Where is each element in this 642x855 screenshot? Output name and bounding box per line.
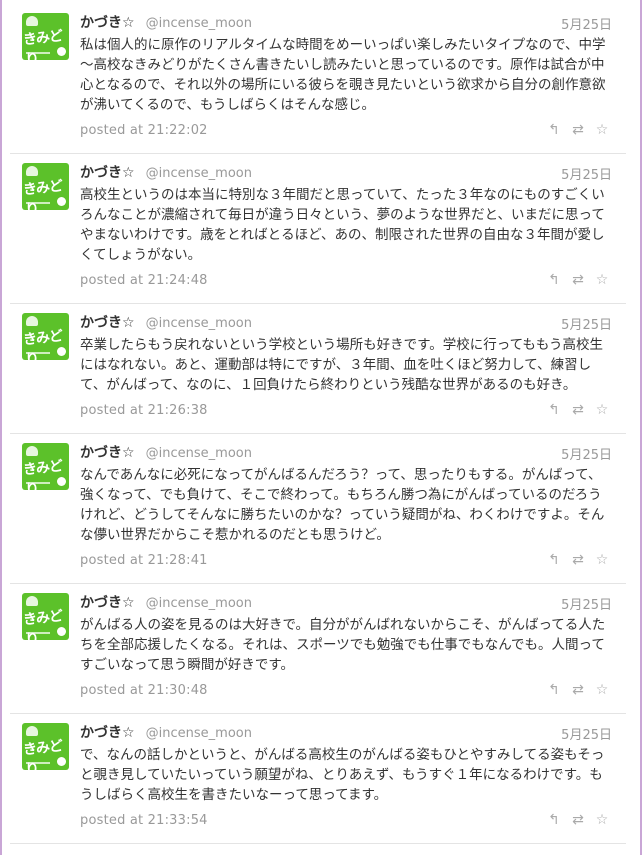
tweet-date[interactable]: 5月25日 xyxy=(561,724,612,743)
tweet-header: かづき☆ @incense_moon 5月25日 xyxy=(80,722,614,744)
user-name[interactable]: かづき☆ xyxy=(80,725,135,741)
avatar[interactable]: きみどり xyxy=(22,163,69,210)
avatar[interactable]: きみどり xyxy=(22,723,69,770)
tweet-text: 高校生というのは本当に特別な３年間だと思っていて、たった３年なのにものすごくいろ… xyxy=(80,187,605,263)
avatar-dot xyxy=(57,757,66,766)
avatar-line xyxy=(26,52,50,54)
tweet-date[interactable]: 5月25日 xyxy=(561,164,612,183)
avatar[interactable]: きみどり xyxy=(22,593,69,640)
tweet-text: で、なんの話しかというと、がんばる高校生のがんばる姿もひとやすみしてる姿もそっと… xyxy=(80,747,605,803)
user-name[interactable]: かづき☆ xyxy=(80,445,135,461)
tweet-date[interactable]: 5月25日 xyxy=(561,444,612,463)
retweet-icon[interactable]: ⇄ xyxy=(570,271,586,289)
reply-icon[interactable]: ↰ xyxy=(546,401,562,419)
posted-time[interactable]: posted at 21:33:54 xyxy=(80,813,208,828)
tweet-header: かづき☆ @incense_moon 5月25日 xyxy=(80,312,614,334)
star-icon[interactable]: ☆ xyxy=(594,811,610,829)
user-handle[interactable]: @incense_moon xyxy=(146,726,252,741)
tweet-footer: posted at 21:22:02 ↰ ⇄ ☆ xyxy=(80,119,614,143)
reply-icon[interactable]: ↰ xyxy=(546,551,562,569)
user-name[interactable]: かづき☆ xyxy=(80,595,135,611)
user-handle[interactable]: @incense_moon xyxy=(146,446,252,461)
user-handle[interactable]: @incense_moon xyxy=(146,316,252,331)
tweet-header: かづき☆ @incense_moon 5月25日 xyxy=(80,442,614,464)
retweet-icon[interactable]: ⇄ xyxy=(570,811,586,829)
tweet-item: きみどり かづき☆ @incense_moon 5月25日 がんばる人の姿を見る… xyxy=(10,584,626,714)
reply-icon[interactable]: ↰ xyxy=(546,121,562,139)
avatar-figure-icon xyxy=(26,16,38,26)
avatar-dot xyxy=(57,197,66,206)
user-name[interactable]: かづき☆ xyxy=(80,315,135,331)
star-icon[interactable]: ☆ xyxy=(594,121,610,139)
avatar[interactable]: きみどり xyxy=(22,443,69,490)
tweet-actions: ↰ ⇄ ☆ xyxy=(546,551,610,569)
posted-time[interactable]: posted at 21:28:41 xyxy=(80,553,208,568)
user-handle[interactable]: @incense_moon xyxy=(146,16,252,31)
tweet-item: きみどり かづき☆ @incense_moon 5月25日 なんであんなに必死に… xyxy=(10,434,626,584)
retweet-icon[interactable]: ⇄ xyxy=(570,551,586,569)
avatar[interactable]: きみどり xyxy=(22,13,69,60)
tweet-item: きみどり かづき☆ @incense_moon 5月25日 高校生というのは本当… xyxy=(10,154,626,304)
tweet-actions: ↰ ⇄ ☆ xyxy=(546,811,610,829)
user-name[interactable]: かづき☆ xyxy=(80,165,135,181)
tweet-footer: posted at 21:33:54 ↰ ⇄ ☆ xyxy=(80,809,614,833)
posted-time[interactable]: posted at 21:30:48 xyxy=(80,683,208,698)
posted-time[interactable]: posted at 21:24:48 xyxy=(80,273,208,288)
tweet-footer: posted at 21:24:48 ↰ ⇄ ☆ xyxy=(80,269,614,293)
tweet-item: きみどり かづき☆ @incense_moon 5月25日 で、なんの話しかとい… xyxy=(10,714,626,844)
star-icon[interactable]: ☆ xyxy=(594,681,610,699)
tweet-date[interactable]: 5月25日 xyxy=(561,314,612,333)
avatar-dot xyxy=(57,47,66,56)
retweet-icon[interactable]: ⇄ xyxy=(570,401,586,419)
retweet-icon[interactable]: ⇄ xyxy=(570,121,586,139)
tweet-date[interactable]: 5月25日 xyxy=(561,14,612,33)
tweet-header: かづき☆ @incense_moon 5月25日 xyxy=(80,592,614,614)
tweet-footer: posted at 21:26:38 ↰ ⇄ ☆ xyxy=(80,399,614,423)
reply-icon[interactable]: ↰ xyxy=(546,681,562,699)
tweet-header: かづき☆ @incense_moon 5月25日 xyxy=(80,162,614,184)
avatar-figure-icon xyxy=(26,726,38,736)
tweet-footer: posted at 21:30:48 ↰ ⇄ ☆ xyxy=(80,679,614,703)
avatar[interactable]: きみどり xyxy=(22,313,69,360)
user-name[interactable]: かづき☆ xyxy=(80,15,135,31)
avatar-line xyxy=(26,482,50,484)
tweet-text: 私は個人的に原作のリアルタイムな時間をめーいっぱい楽しみたいタイプなので、中学～… xyxy=(80,37,606,113)
reply-icon[interactable]: ↰ xyxy=(546,811,562,829)
avatar-figure-icon xyxy=(26,316,38,326)
tweet-actions: ↰ ⇄ ☆ xyxy=(546,121,610,139)
avatar-dot xyxy=(57,477,66,486)
avatar-figure-icon xyxy=(26,166,38,176)
tweet-actions: ↰ ⇄ ☆ xyxy=(546,401,610,419)
window-edge-left xyxy=(0,0,2,855)
tweet-actions: ↰ ⇄ ☆ xyxy=(546,681,610,699)
tweet-feed: きみどり かづき☆ @incense_moon 5月25日 私は個人的に原作のリ… xyxy=(10,4,626,844)
tweet-text: がんばる人の姿を見るのは大好きで。自分ががんばれないからこそ、がんばってる人たち… xyxy=(80,617,606,673)
tweet-footer: posted at 21:28:41 ↰ ⇄ ☆ xyxy=(80,549,614,573)
avatar-figure-icon xyxy=(26,446,38,456)
avatar-dot xyxy=(57,627,66,636)
tweet-header: かづき☆ @incense_moon 5月25日 xyxy=(80,12,614,34)
tweet-text: 卒業したらもう戻れないという学校という場所も好きです。学校に行ってももう高校生に… xyxy=(80,337,603,393)
star-icon[interactable]: ☆ xyxy=(594,551,610,569)
posted-time[interactable]: posted at 21:26:38 xyxy=(80,403,208,418)
avatar-figure-icon xyxy=(26,596,38,606)
star-icon[interactable]: ☆ xyxy=(594,401,610,419)
tweet-item: きみどり かづき☆ @incense_moon 5月25日 卒業したらもう戻れな… xyxy=(10,304,626,434)
user-handle[interactable]: @incense_moon xyxy=(146,166,252,181)
reply-icon[interactable]: ↰ xyxy=(546,271,562,289)
avatar-line xyxy=(26,202,50,204)
posted-time[interactable]: posted at 21:22:02 xyxy=(80,123,208,138)
avatar-line xyxy=(26,352,50,354)
avatar-line xyxy=(26,762,50,764)
avatar-dot xyxy=(57,347,66,356)
user-handle[interactable]: @incense_moon xyxy=(146,596,252,611)
tweet-actions: ↰ ⇄ ☆ xyxy=(546,271,610,289)
tweet-date[interactable]: 5月25日 xyxy=(561,594,612,613)
star-icon[interactable]: ☆ xyxy=(594,271,610,289)
tweet-item: きみどり かづき☆ @incense_moon 5月25日 私は個人的に原作のリ… xyxy=(10,4,626,154)
tweet-text: なんであんなに必死になってがんばるんだろう？って、思ったりもする。がんばって、強… xyxy=(80,467,605,543)
avatar-line xyxy=(26,632,50,634)
retweet-icon[interactable]: ⇄ xyxy=(570,681,586,699)
